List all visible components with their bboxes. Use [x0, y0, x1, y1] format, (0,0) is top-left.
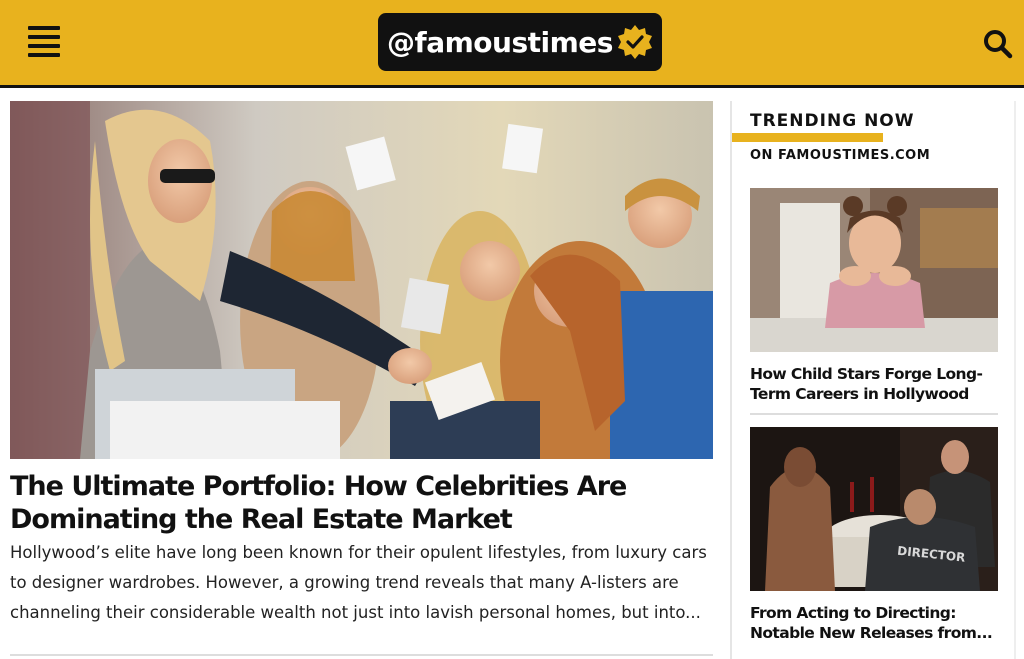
search-icon[interactable]	[982, 28, 1014, 60]
featured-article: The Ultimate Portfolio: How Celebrities …	[10, 101, 713, 659]
trending-sidebar: TRENDING NOW ON FAMOUSTIMES.COM How Chil…	[732, 101, 1024, 659]
logo-text: @famoustimes	[387, 25, 613, 59]
featured-article-excerpt: Hollywood’s elite have long been known f…	[10, 543, 707, 622]
featured-article-title[interactable]: The Ultimate Portfolio: How Celebrities …	[10, 470, 713, 536]
trending-item-2-image[interactable]: DIRECTOR	[750, 427, 998, 591]
trending-divider	[750, 413, 998, 415]
trending-item-1[interactable]: How Child Stars Forge Long-Term Careers …	[750, 188, 998, 404]
featured-article-image[interactable]	[10, 101, 713, 459]
trending-item-2-title[interactable]: From Acting to Directing: Notable New Re…	[750, 603, 998, 643]
site-header: @famoustimes	[0, 0, 1024, 88]
trending-heading: TRENDING NOW	[750, 111, 915, 131]
verified-badge-icon	[617, 25, 652, 59]
trending-subheading: ON FAMOUSTIMES.COM	[750, 148, 931, 163]
trending-accent-bar	[732, 133, 883, 142]
hamburger-menu-icon[interactable]	[28, 26, 60, 58]
trending-item-2[interactable]: DIRECTOR From Acting to Directing: Notab…	[750, 427, 998, 643]
right-edge-border	[1014, 101, 1016, 659]
site-logo[interactable]: @famoustimes	[378, 13, 662, 71]
trending-item-1-image[interactable]	[750, 188, 998, 352]
main-divider	[10, 654, 713, 656]
trending-item-1-title[interactable]: How Child Stars Forge Long-Term Careers …	[750, 364, 998, 404]
